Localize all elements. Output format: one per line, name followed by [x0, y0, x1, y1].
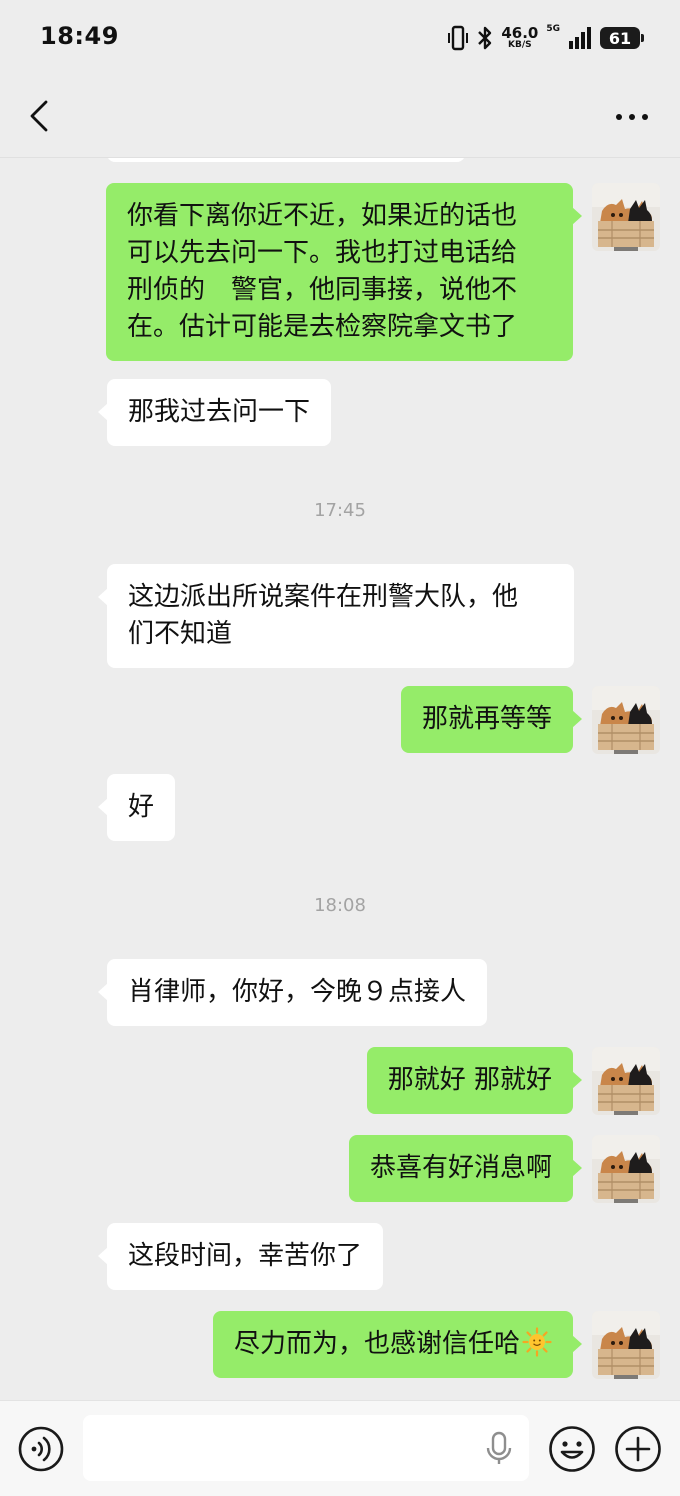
message-line: 刑侦的 警官，他同事接，说他不 [127, 275, 518, 305]
message-bubble[interactable]: 那就再等等 [400, 686, 583, 753]
message-bubble[interactable]: 尽力而为，也感谢信任哈 [212, 1311, 583, 1378]
chat-screen: 18:49 46.0 KB/S 5G 61 你看下离你近不近，如果近的话也 可以… [0, 0, 680, 1496]
avatar[interactable] [592, 183, 660, 251]
message-bubble[interactable]: 好 [97, 774, 176, 841]
message-line: 好 [128, 792, 155, 822]
battery-indicator: 61 [600, 27, 644, 49]
message-outgoing: 你看下离你近不近，如果近的话也 可以先去问一下。我也打过电话给 刑侦的 警官，他… [106, 183, 582, 361]
message-line: 那就再等等 [421, 704, 552, 734]
signal-icon [569, 27, 591, 49]
message-line: 尽力而为，也感谢信任哈 [233, 1329, 520, 1359]
plus-circle-icon[interactable] [614, 1425, 662, 1473]
message-line: 们不知道 [128, 619, 233, 649]
avatar[interactable] [592, 1135, 660, 1203]
status-bar: 18:49 46.0 KB/S 5G 61 [0, 0, 680, 78]
timestamp: 17:45 [314, 500, 366, 521]
message-list[interactable]: 你看下离你近不近，如果近的话也 可以先去问一下。我也打过电话给 刑侦的 警官，他… [0, 158, 680, 1400]
network-speed: 46.0 KB/S [501, 26, 538, 50]
message-line: 肖律师，你好，今晚９点接人 [128, 977, 467, 1007]
avatar[interactable] [592, 1311, 660, 1379]
microphone-icon[interactable] [484, 1431, 514, 1467]
message-outgoing: 尽力而为，也感谢信任哈 [212, 1311, 583, 1378]
avatar[interactable] [592, 686, 660, 754]
message-line: 在。估计可能是去检察院拿文书了 [127, 312, 518, 342]
message-bubble[interactable]: 这边派出所说案件在刑警大队，他 们不知道 [98, 564, 574, 668]
nav-bar [0, 78, 680, 158]
voice-mode-icon[interactable] [18, 1426, 64, 1472]
message-line: 恭喜有好消息啊 [369, 1153, 552, 1183]
status-icons: 46.0 KB/S 5G 61 [447, 22, 644, 54]
network-type: 5G [546, 24, 560, 34]
status-time: 18:49 [40, 22, 119, 50]
message-incoming: 肖律师，你好，今晚９点接人 [97, 959, 488, 1026]
more-horizontal-icon[interactable] [614, 102, 650, 132]
message-line: 这段时间，幸苦你了 [128, 1241, 363, 1271]
avatar[interactable] [592, 1047, 660, 1115]
message-bubble[interactable]: 恭喜有好消息啊 [348, 1135, 583, 1202]
message-bubble[interactable]: 那就好 那就好 [366, 1047, 583, 1114]
message-bubble[interactable]: 这段时间，幸苦你了 [97, 1223, 384, 1290]
message-bubble[interactable]: 你看下离你近不近，如果近的话也 可以先去问一下。我也打过电话给 刑侦的 警官，他… [106, 183, 582, 361]
message-outgoing: 那就好 那就好 [366, 1047, 583, 1114]
network-speed-value: 46.0 [501, 24, 539, 42]
input-bar [0, 1400, 680, 1496]
message-incoming: 这边派出所说案件在刑警大队，他 们不知道 [98, 564, 574, 668]
vibrate-icon [448, 25, 469, 51]
message-line: 那就好 那就好 [387, 1065, 552, 1095]
message-outgoing: 恭喜有好消息啊 [348, 1135, 583, 1202]
message-bubble-partial [107, 158, 465, 162]
message-incoming: 那我过去问一下 [97, 379, 332, 446]
chevron-left-icon[interactable] [22, 96, 62, 136]
message-incoming: 这段时间，幸苦你了 [97, 1223, 384, 1290]
message-line: 你看下离你近不近，如果近的话也 [127, 201, 518, 231]
message-line: 可以先去问一下。我也打过电话给 [127, 238, 518, 268]
message-outgoing: 那就再等等 [400, 686, 583, 753]
message-line: 这边派出所说案件在刑警大队，他 [128, 582, 519, 612]
smiley-icon[interactable] [548, 1425, 596, 1473]
timestamp: 18:08 [314, 895, 366, 916]
message-bubble[interactable]: 肖律师，你好，今晚９点接人 [97, 959, 488, 1026]
message-incoming: 好 [97, 774, 176, 841]
sun-emoji [522, 1327, 552, 1357]
message-input[interactable] [83, 1415, 529, 1481]
message-bubble[interactable]: 那我过去问一下 [97, 379, 332, 446]
network-speed-unit: KB/S [508, 40, 532, 50]
bluetooth-icon [478, 26, 492, 50]
message-line: 那我过去问一下 [128, 397, 311, 427]
